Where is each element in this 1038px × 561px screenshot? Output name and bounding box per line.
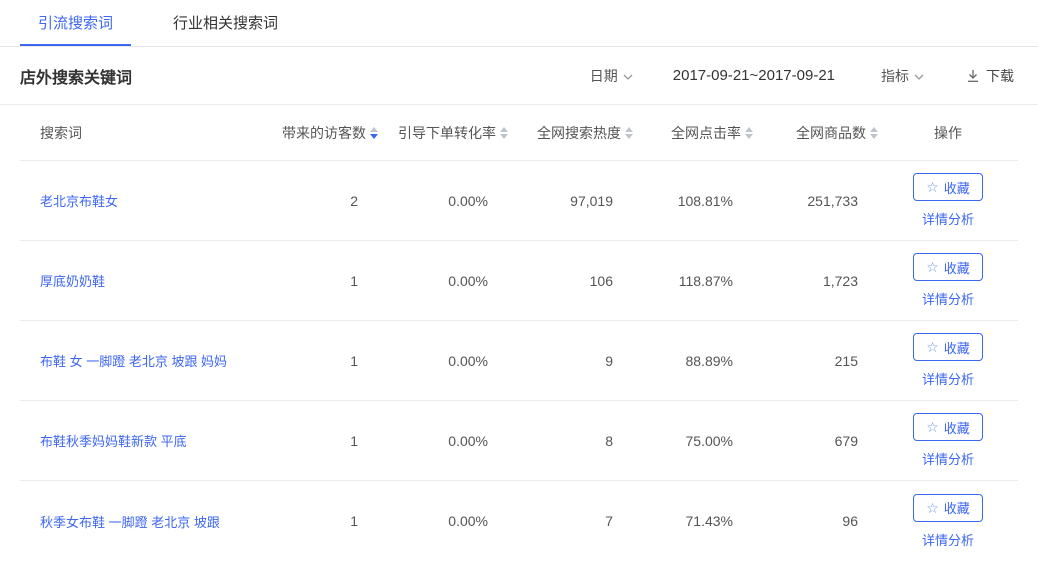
page: 引流搜索词 行业相关搜索词 店外搜索关键词 日期 2017-09-21~2017… <box>0 0 1038 561</box>
cell-products: 1,723 <box>753 273 878 289</box>
cell-heat: 106 <box>508 273 633 289</box>
date-dropdown[interactable]: 日期 <box>590 66 633 86</box>
detail-analysis-link[interactable]: 详情分析 <box>922 530 974 549</box>
download-label: 下载 <box>986 66 1014 86</box>
col-header-ctr: 全网点击率 <box>633 123 753 143</box>
table-header: 搜索词 带来的访客数 引导下单转化率 全网搜索热度 全网点击率 全网商品数 操 <box>20 105 1018 161</box>
toolbar: 日期 2017-09-21~2017-09-21 指标 下载 <box>590 66 1014 86</box>
table-row: 布鞋 女 一脚蹬 老北京 坡跟 妈妈 1 0.00% 9 88.89% 215 … <box>20 321 1018 401</box>
cell-conversion: 0.00% <box>378 353 508 369</box>
cell-ctr: 88.89% <box>633 353 753 369</box>
table-row: 布鞋秋季妈妈鞋新款 平底 1 0.00% 8 75.00% 679 ☆收藏 详情… <box>20 401 1018 481</box>
tab-bar: 引流搜索词 行业相关搜索词 <box>0 0 1038 47</box>
date-dropdown-label: 日期 <box>590 66 618 86</box>
cell-ctr: 118.87% <box>633 273 753 289</box>
star-icon: ☆ <box>926 501 939 515</box>
table-row: 厚底奶奶鞋 1 0.00% 106 118.87% 1,723 ☆收藏 详情分析 <box>20 241 1018 321</box>
chevron-down-icon <box>914 74 924 80</box>
sort-icon-products[interactable] <box>870 127 878 139</box>
sort-icon-ctr[interactable] <box>745 127 753 139</box>
col-header-conversion: 引导下单转化率 <box>378 123 508 143</box>
keyword-link[interactable]: 布鞋秋季妈妈鞋新款 平底 <box>40 434 187 449</box>
cell-visitors: 1 <box>263 433 378 449</box>
keyword-link[interactable]: 老北京布鞋女 <box>40 194 118 209</box>
cell-conversion: 0.00% <box>378 273 508 289</box>
tab-industry-related-words[interactable]: 行业相关搜索词 <box>155 0 296 46</box>
col-header-products: 全网商品数 <box>753 123 878 143</box>
cell-visitors: 1 <box>263 513 378 529</box>
table-row: 秋季女布鞋 一脚蹬 老北京 坡跟 1 0.00% 7 71.43% 96 ☆收藏… <box>20 481 1018 561</box>
table-row: 老北京布鞋女 2 0.00% 97,019 108.81% 251,733 ☆收… <box>20 161 1018 241</box>
cell-conversion: 0.00% <box>378 433 508 449</box>
cell-ctr: 108.81% <box>633 193 753 209</box>
cell-conversion: 0.00% <box>378 513 508 529</box>
section-header: 店外搜索关键词 日期 2017-09-21~2017-09-21 指标 下载 <box>0 47 1038 105</box>
cell-products: 251,733 <box>753 193 878 209</box>
detail-analysis-link[interactable]: 详情分析 <box>922 369 974 388</box>
cell-heat: 9 <box>508 353 633 369</box>
metric-dropdown-label: 指标 <box>881 66 909 86</box>
col-header-keyword: 搜索词 <box>20 123 263 143</box>
favorite-button[interactable]: ☆收藏 <box>913 494 983 522</box>
star-icon: ☆ <box>926 180 939 194</box>
cell-visitors: 2 <box>263 193 378 209</box>
keyword-link[interactable]: 秋季女布鞋 一脚蹬 老北京 坡跟 <box>40 515 220 530</box>
download-icon <box>966 69 980 83</box>
detail-analysis-link[interactable]: 详情分析 <box>922 449 974 468</box>
cell-products: 96 <box>753 513 878 529</box>
detail-analysis-link[interactable]: 详情分析 <box>922 209 974 228</box>
favorite-button[interactable]: ☆收藏 <box>913 413 983 441</box>
metric-dropdown[interactable]: 指标 <box>881 66 924 86</box>
star-icon: ☆ <box>926 420 939 434</box>
keyword-link[interactable]: 厚底奶奶鞋 <box>40 274 105 289</box>
col-header-action: 操作 <box>878 123 1018 143</box>
page-title: 店外搜索关键词 <box>20 64 132 88</box>
cell-conversion: 0.00% <box>378 193 508 209</box>
cell-ctr: 75.00% <box>633 433 753 449</box>
cell-heat: 7 <box>508 513 633 529</box>
cell-ctr: 71.43% <box>633 513 753 529</box>
keyword-link[interactable]: 布鞋 女 一脚蹬 老北京 坡跟 妈妈 <box>40 354 227 369</box>
cell-heat: 97,019 <box>508 193 633 209</box>
favorite-button[interactable]: ☆收藏 <box>913 333 983 361</box>
cell-heat: 8 <box>508 433 633 449</box>
detail-analysis-link[interactable]: 详情分析 <box>922 289 974 308</box>
star-icon: ☆ <box>926 340 939 354</box>
col-header-visitors: 带来的访客数 <box>263 123 378 143</box>
star-icon: ☆ <box>926 260 939 274</box>
cell-products: 679 <box>753 433 878 449</box>
download-button[interactable]: 下载 <box>966 66 1014 86</box>
sort-icon-conversion[interactable] <box>500 127 508 139</box>
favorite-button[interactable]: ☆收藏 <box>913 253 983 281</box>
favorite-button[interactable]: ☆收藏 <box>913 173 983 201</box>
cell-visitors: 1 <box>263 273 378 289</box>
col-header-heat: 全网搜索热度 <box>508 123 633 143</box>
tab-traffic-search-words[interactable]: 引流搜索词 <box>20 0 131 46</box>
sort-icon-heat[interactable] <box>625 127 633 139</box>
sort-icon-visitors[interactable] <box>370 127 378 139</box>
date-range[interactable]: 2017-09-21~2017-09-21 <box>673 67 835 84</box>
cell-products: 215 <box>753 353 878 369</box>
chevron-down-icon <box>623 74 633 80</box>
keywords-table: 搜索词 带来的访客数 引导下单转化率 全网搜索热度 全网点击率 全网商品数 操 <box>20 105 1018 561</box>
cell-visitors: 1 <box>263 353 378 369</box>
